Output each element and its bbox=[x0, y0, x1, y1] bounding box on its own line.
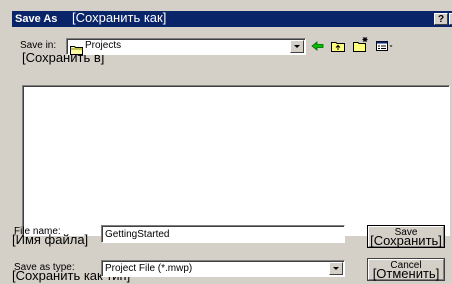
cancel-button-label-translation: [Отменить] bbox=[372, 266, 440, 281]
dialog-body: Save in: [Сохранить в] Projects File nam… bbox=[12, 27, 452, 284]
save-as-dialog: Save As [Сохранить как] ? ✕ Save in: [Со… bbox=[0, 0, 452, 284]
help-button[interactable]: ? bbox=[434, 13, 448, 25]
save-as-type-dropdown-button[interactable] bbox=[329, 262, 343, 275]
save-button[interactable]: Save [Сохранить] bbox=[367, 225, 445, 248]
file-name-input[interactable] bbox=[101, 225, 345, 243]
save-as-type-combobox[interactable]: Project File (*.mwp) bbox=[101, 260, 345, 277]
save-as-type-value: Project File (*.mwp) bbox=[105, 263, 193, 274]
file-list[interactable] bbox=[22, 85, 450, 236]
view-menu-icon[interactable] bbox=[375, 39, 395, 53]
cancel-button[interactable]: Cancel [Отменить] bbox=[367, 258, 445, 281]
save-in-dropdown-button[interactable] bbox=[290, 40, 304, 53]
up-folder-icon[interactable] bbox=[330, 39, 346, 53]
back-arrow-icon[interactable] bbox=[311, 39, 325, 53]
dialog-title: Save As bbox=[15, 13, 58, 25]
folder-icon bbox=[70, 42, 83, 60]
save-button-label-translation: [Сохранить] bbox=[370, 233, 442, 248]
title-bar[interactable]: Save As [Сохранить как] ? ✕ bbox=[12, 10, 452, 27]
file-name-label-translation: [Имя файла] bbox=[12, 232, 89, 247]
save-in-combobox[interactable]: Projects bbox=[66, 38, 306, 55]
dialog-title-translation: [Сохранить как] bbox=[72, 10, 167, 25]
save-in-value: Projects bbox=[85, 40, 122, 51]
new-folder-icon[interactable] bbox=[352, 36, 370, 52]
